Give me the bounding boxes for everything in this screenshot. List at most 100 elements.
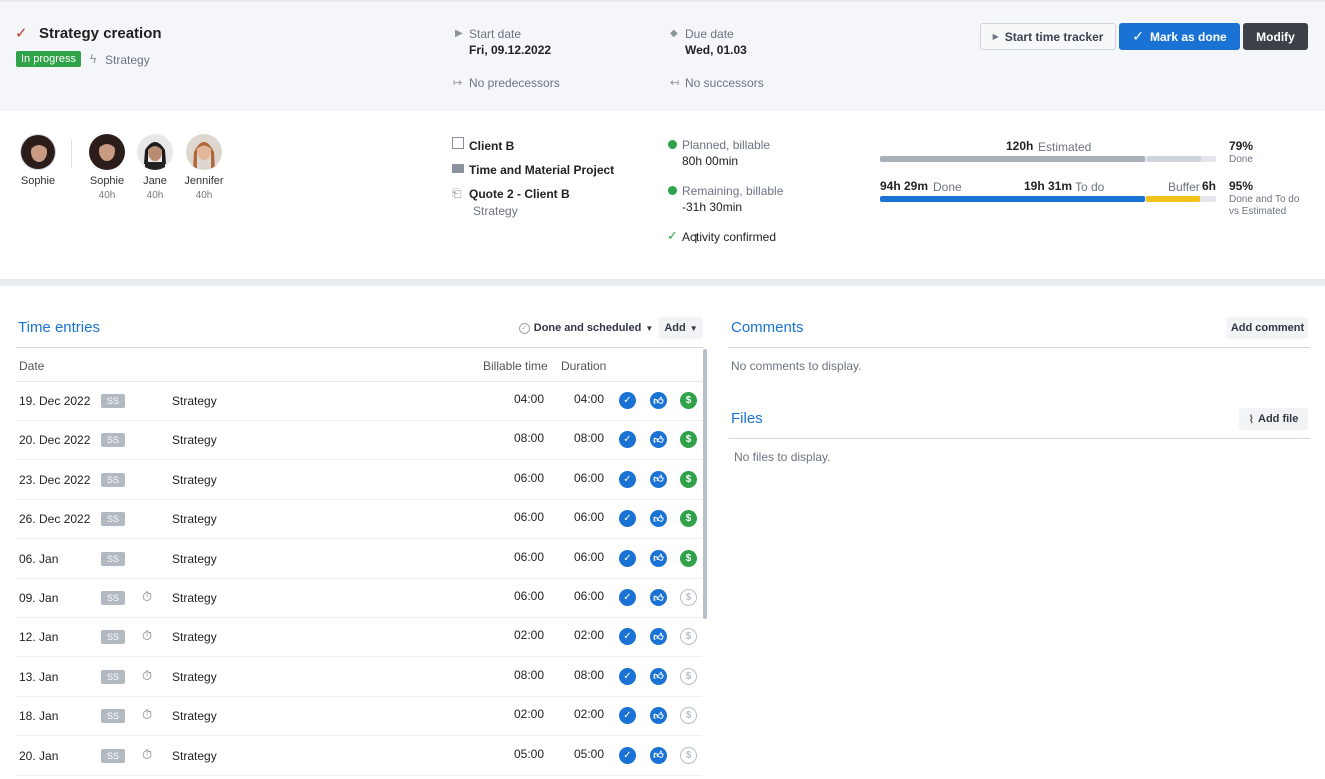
table-row[interactable]: 26. Dec 2022 SS Strategy 06:00 06:00 ✓ 👍︎ $ xyxy=(16,500,702,540)
approved-check-icon[interactable]: ✓ xyxy=(619,549,636,567)
billed-dollar-icon[interactable]: $ xyxy=(680,510,697,528)
project-link[interactable]: Time and Material Project xyxy=(469,163,614,177)
thumbs-up-icon[interactable]: 👍︎ xyxy=(650,667,667,685)
billed-dollar-icon[interactable]: $ xyxy=(680,470,697,488)
start-time-tracker-button[interactable]: ▶ Start time tracker xyxy=(980,23,1116,50)
approved-check-icon[interactable]: ✓ xyxy=(619,746,636,764)
member-avatar-jane[interactable] xyxy=(137,134,173,170)
modify-button[interactable]: Modify xyxy=(1243,23,1308,50)
unbilled-dollar-icon[interactable]: $ xyxy=(680,707,697,725)
thumbs-up-icon[interactable]: 👍︎ xyxy=(650,707,667,725)
entry-date: 20. Jan xyxy=(19,748,59,763)
task-title: Strategy creation xyxy=(39,25,162,42)
successors-link[interactable]: No successors xyxy=(685,76,764,90)
thumbs-up-icon[interactable]: 👍︎ xyxy=(650,510,667,528)
entry-activity: Strategy xyxy=(172,591,217,605)
approved-check-icon[interactable]: ✓ xyxy=(619,628,636,646)
files-title: Files xyxy=(731,410,763,427)
table-row[interactable]: 23. Dec 2022 SS Strategy 06:00 06:00 ✓ 👍︎ $ xyxy=(16,461,702,500)
client-link[interactable]: Client B xyxy=(469,139,514,153)
stopwatch-icon: ⏱ xyxy=(142,667,153,683)
filter-dropdown[interactable]: ✓ Done and scheduled ▼ xyxy=(518,317,654,339)
entry-billable-time: 08:00 xyxy=(514,667,545,682)
entry-date: 13. Jan xyxy=(19,669,59,684)
thumbs-up-icon[interactable]: 👍︎ xyxy=(650,549,667,567)
thumbs-up-icon[interactable]: 👍︎ xyxy=(650,470,667,488)
approved-check-icon[interactable]: ✓ xyxy=(619,667,636,685)
thumbs-up-icon[interactable]: 👍︎ xyxy=(650,628,667,646)
todo-value: 19h 31m xyxy=(1024,179,1073,193)
entry-activity: Strategy xyxy=(172,512,217,527)
table-row[interactable]: 09. Jan SS ⏱ Strategy 06:00 06:00 ✓ 👍︎ $ xyxy=(16,579,702,618)
unbilled-dollar-icon[interactable]: $ xyxy=(680,746,697,764)
unbilled-dollar-icon[interactable]: $ xyxy=(680,628,697,646)
activity-check-icon: ✓ xyxy=(667,228,678,243)
entry-date: 19. Dec 2022 xyxy=(19,394,91,408)
approved-check-icon[interactable]: ✓ xyxy=(619,707,636,725)
table-row[interactable]: 20. Dec 2022 SS Strategy 08:00 08:00 ✓ 👍︎ $ xyxy=(16,421,702,461)
thumbs-up-icon[interactable]: 👍︎ xyxy=(650,431,667,449)
approved-check-icon[interactable]: ✓ xyxy=(619,589,636,606)
done-percent: 79% xyxy=(1229,139,1254,153)
entry-date: 18. Jan xyxy=(19,709,59,724)
column-header-duration: Duration xyxy=(561,359,607,373)
billed-dollar-icon[interactable]: $ xyxy=(680,549,697,567)
table-row[interactable]: 19. Dec 2022 SS Strategy 04:00 04:00 ✓ 👍︎ $ xyxy=(16,382,702,421)
buffer-value: 6h xyxy=(1202,179,1217,193)
table-row[interactable]: 06. Jan SS Strategy 06:00 06:00 ✓ 👍︎ $ xyxy=(16,540,702,579)
play-icon: ▶ xyxy=(992,32,999,41)
estimated-value: 120h xyxy=(1006,139,1034,153)
remaining-status-icon xyxy=(668,186,677,195)
done-bar-fill xyxy=(880,196,1146,202)
quote-link[interactable]: Quote 2 - Client B xyxy=(469,187,570,201)
entry-date: 26. Dec 2022 xyxy=(19,512,91,527)
estimated-label: Estimated xyxy=(1038,140,1092,154)
billed-dollar-icon[interactable]: $ xyxy=(680,431,697,449)
thumbs-up-icon[interactable]: 👍︎ xyxy=(650,589,667,606)
planned-label: Planned, billable xyxy=(682,138,771,152)
approved-check-icon[interactable]: ✓ xyxy=(619,431,636,449)
approved-check-icon[interactable]: ✓ xyxy=(619,470,636,488)
table-row[interactable]: 12. Jan SS ⏱ Strategy 02:00 02:00 ✓ 👍︎ $ xyxy=(16,618,702,658)
entry-billable-time: 06:00 xyxy=(514,470,545,485)
add-time-entry-button[interactable]: Add ▼ xyxy=(659,317,703,339)
user-initials-badge: SS xyxy=(101,748,125,763)
entry-duration: 06:00 xyxy=(574,470,605,485)
user-initials-badge: SS xyxy=(101,669,125,684)
table-row[interactable]: 13. Jan SS ⏱ Strategy 08:00 08:00 ✓ 👍︎ $ xyxy=(16,658,702,697)
billed-dollar-icon[interactable]: $ xyxy=(680,392,697,409)
chevron-down-icon: ▼ xyxy=(689,323,698,333)
unbilled-dollar-icon[interactable]: $ xyxy=(680,589,697,606)
briefcase-icon xyxy=(452,164,464,173)
entry-activity: Strategy xyxy=(172,394,217,408)
done-value: 94h 29m xyxy=(880,179,929,193)
total-percent: 95% xyxy=(1229,179,1254,193)
owner-avatar[interactable] xyxy=(20,134,56,170)
member-avatar-jennifer[interactable] xyxy=(186,134,222,170)
member-avatar-sophie[interactable] xyxy=(89,134,125,170)
stopwatch-icon: ⏱ xyxy=(142,707,153,723)
approved-check-icon[interactable]: ✓ xyxy=(619,510,636,528)
entry-duration: 02:00 xyxy=(574,628,605,643)
diamond-icon: ◆ xyxy=(670,28,678,39)
owner-name: Sophie xyxy=(20,175,56,187)
predecessors-link[interactable]: No predecessors xyxy=(469,76,560,90)
play-triangle-icon: ▶ xyxy=(455,28,463,39)
table-row[interactable]: 18. Jan SS ⏱ Strategy 02:00 02:00 ✓ 👍︎ $ xyxy=(16,697,702,737)
user-initials-badge: SS xyxy=(101,630,125,645)
thumbs-up-icon[interactable]: 👍︎ xyxy=(650,746,667,764)
add-file-button[interactable]: ⌇ Add file xyxy=(1239,408,1308,430)
table-scrollbar[interactable] xyxy=(703,349,707,619)
table-row[interactable]: 20. Jan SS ⏱ Strategy 05:00 05:00 ✓ 👍︎ $ xyxy=(16,737,702,776)
add-comment-button[interactable]: Add comment xyxy=(1227,317,1308,339)
entry-activity: Strategy xyxy=(172,630,217,645)
entry-billable-time: 08:00 xyxy=(514,431,545,446)
entry-duration: 02:00 xyxy=(574,707,605,722)
unbilled-dollar-icon[interactable]: $ xyxy=(680,667,697,685)
approved-check-icon[interactable]: ✓ xyxy=(619,392,636,409)
buffer-label: Buffer xyxy=(1168,180,1200,194)
thumbs-up-icon[interactable]: 👍︎ xyxy=(650,392,667,409)
remaining-label: Remaining, billable xyxy=(682,184,784,198)
estimated-bar-remaining xyxy=(1147,156,1202,162)
mark-as-done-button[interactable]: ✓ Mark as done xyxy=(1119,23,1240,50)
